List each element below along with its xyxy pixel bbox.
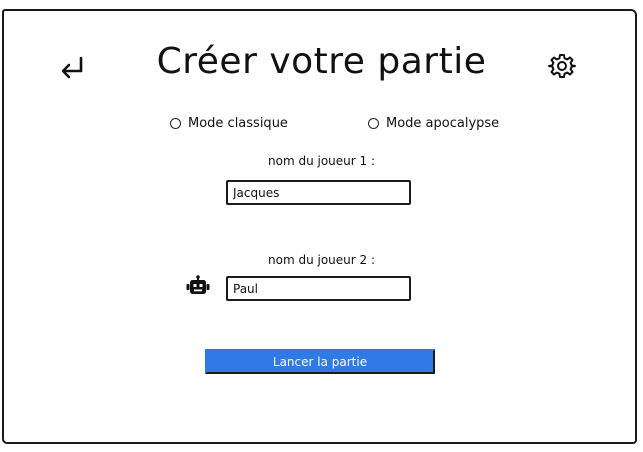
gear-icon[interactable]	[548, 52, 576, 80]
mode-apocalypse-label: Mode apocalypse	[386, 115, 500, 131]
robot-icon[interactable]	[186, 275, 210, 297]
mode-apocalypse-radio[interactable]	[368, 117, 379, 129]
player2-label: nom du joueur 2 :	[268, 253, 375, 267]
mode-classic-radio[interactable]	[170, 117, 181, 129]
start-game-button[interactable]: Lancer la partie	[205, 349, 435, 374]
mode-classic-label: Mode classique	[188, 115, 288, 131]
mode-apocalypse-option[interactable]: Mode apocalypse	[368, 114, 499, 132]
player2-name-input[interactable]	[226, 276, 411, 301]
player1-label: nom du joueur 1 :	[268, 154, 375, 168]
page-title: Créer votre partie	[156, 41, 487, 82]
mode-classic-option[interactable]: Mode classique	[170, 114, 288, 132]
player1-name-input[interactable]	[226, 180, 411, 205]
